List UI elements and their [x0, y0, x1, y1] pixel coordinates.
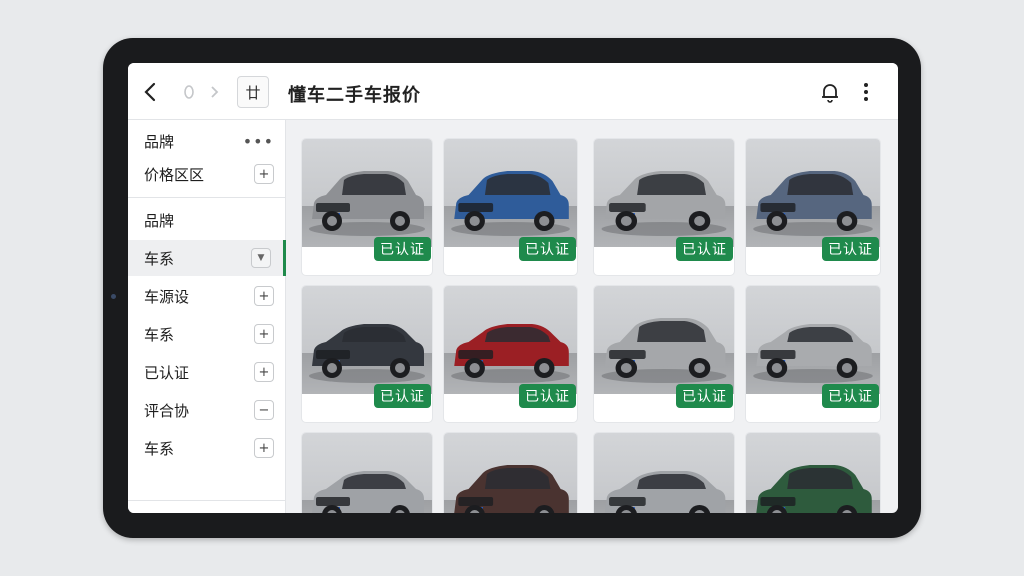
filter-source[interactable]: 车源设 + [128, 278, 286, 314]
filter-label: 评合协 [144, 401, 190, 420]
car-card[interactable]: 已认证 [302, 433, 432, 513]
certified-badge: 已认证 [676, 384, 733, 408]
car-photo [444, 433, 577, 513]
plus-icon[interactable]: + [254, 286, 274, 306]
filter-series[interactable]: 车系 + [128, 316, 286, 352]
plus-icon[interactable]: + [254, 324, 274, 344]
filter-certified[interactable]: 已认证 + [128, 354, 286, 390]
filter-sidebar: 品牌 ••• 价格区区 + 品牌 车系 ▼ 车源设 + 车系 + 已认证 + 评… [128, 120, 286, 513]
car-image [753, 171, 873, 236]
more-horizontal-icon[interactable]: ••• [243, 132, 274, 151]
notification-button[interactable] [818, 77, 842, 107]
refresh-icon[interactable] [180, 77, 198, 107]
certified-badge: 已认证 [519, 237, 576, 261]
car-card[interactable]: 已认证 [444, 286, 577, 422]
tablet-frame: 廿 懂车二手车报价 品牌 ••• 价格区区 + 品牌 车系 ▼ 车源设 + 车系… [103, 38, 921, 538]
filter-brand[interactable]: 品牌 ••• [128, 123, 286, 159]
chevron-left-icon [144, 82, 156, 102]
car-image [604, 471, 726, 513]
car-image [451, 171, 570, 236]
car-card[interactable]: 已认证 [594, 139, 734, 275]
chevron-down-icon[interactable]: ▼ [251, 248, 271, 268]
minus-icon[interactable]: − [254, 400, 274, 420]
car-image [309, 171, 425, 236]
plus-icon[interactable]: + [254, 164, 274, 184]
filter-label: 已认证 [144, 363, 190, 382]
section-heading: 品牌 [144, 211, 175, 230]
more-vertical-icon [864, 83, 868, 101]
car-image [451, 324, 570, 383]
certified-badge: 已认证 [822, 384, 879, 408]
certified-badge: 已认证 [374, 384, 431, 408]
filter-series-active[interactable]: 车系 ▼ [128, 240, 286, 276]
car-card[interactable]: 已认证 [746, 139, 880, 275]
top-bar: 廿 懂车二手车报价 [128, 63, 898, 120]
car-card[interactable]: 已认证 [302, 139, 432, 275]
car-photo [746, 433, 880, 513]
certified-badge: 已认证 [822, 237, 879, 261]
tab-switch-button[interactable]: 廿 [237, 76, 269, 108]
plus-icon[interactable]: + [254, 438, 274, 458]
car-grid: 已认证已认证已认证已认证已认证已认证已认证已认证已认证已认证已认证已认证 [286, 120, 898, 513]
car-image [756, 465, 872, 513]
section-brand: 品牌 [128, 202, 286, 238]
page-title: 懂车二手车报价 [288, 85, 421, 106]
car-image [601, 171, 727, 236]
filter-combined[interactable]: 评合协 − [128, 392, 286, 428]
back-button[interactable] [138, 77, 162, 107]
certified-badge: 已认证 [676, 237, 733, 261]
car-photo [302, 139, 432, 247]
filter-label: 品牌 [144, 132, 175, 151]
car-card[interactable]: 已认证 [594, 433, 734, 513]
car-photo [444, 286, 577, 394]
filter-label: 车源设 [144, 287, 190, 306]
car-card[interactable]: 已认证 [746, 286, 880, 422]
certified-badge: 已认证 [374, 237, 431, 261]
car-image [601, 318, 727, 383]
car-photo [594, 139, 734, 247]
filter-label: 车系 [144, 249, 175, 268]
filter-price[interactable]: 价格区区 + [128, 156, 286, 192]
divider [128, 500, 286, 501]
bell-icon [822, 84, 838, 103]
car-card[interactable]: 已认证 [444, 433, 577, 513]
divider [128, 197, 286, 198]
car-image [753, 324, 873, 383]
filter-label: 车系 [144, 325, 175, 344]
car-photo [302, 433, 432, 513]
more-menu-button[interactable] [856, 77, 876, 107]
forward-icon[interactable] [206, 77, 224, 107]
car-photo [746, 139, 880, 247]
car-photo [746, 286, 880, 394]
plus-icon[interactable]: + [254, 362, 274, 382]
car-card[interactable]: 已认证 [746, 433, 880, 513]
car-image [309, 324, 425, 383]
camera-dot [111, 294, 116, 299]
car-card[interactable]: 已认证 [302, 286, 432, 422]
filter-label: 车系 [144, 439, 175, 458]
car-photo [594, 433, 734, 513]
car-photo [302, 286, 432, 394]
car-photo [444, 139, 577, 247]
filter-series-2[interactable]: 车系 + [128, 430, 286, 466]
car-photo [594, 286, 734, 394]
car-card[interactable]: 已认证 [594, 286, 734, 422]
car-card[interactable]: 已认证 [444, 139, 577, 275]
app-screen: 廿 懂车二手车报价 品牌 ••• 价格区区 + 品牌 车系 ▼ 车源设 + 车系… [128, 63, 898, 513]
filter-label: 价格区区 [144, 165, 205, 184]
car-image [312, 471, 424, 513]
certified-badge: 已认证 [519, 384, 576, 408]
car-image [454, 465, 569, 513]
